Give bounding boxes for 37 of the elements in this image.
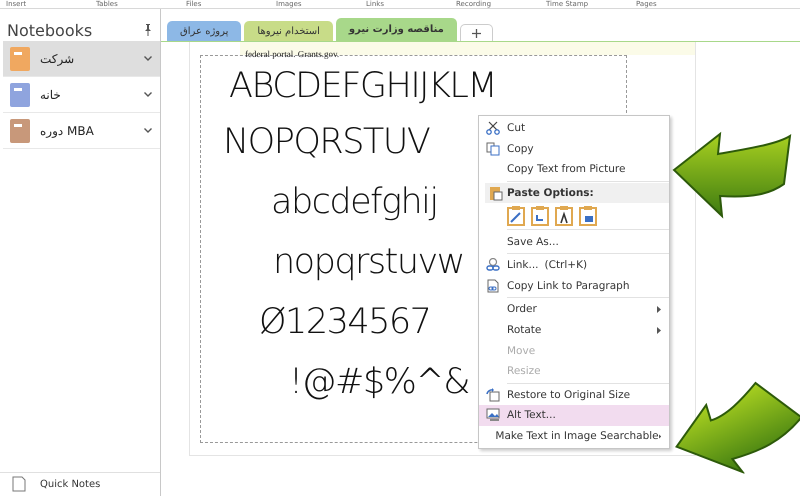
handwriting-line: NOPQRSTUV [223, 121, 430, 164]
submenu-arrow-icon [657, 326, 661, 334]
paste-option-icon[interactable] [555, 206, 573, 226]
submenu-arrow-icon [657, 306, 661, 313]
section-tab[interactable]: مناقصه وزارت نیرو [336, 18, 457, 41]
image-text-icon [486, 408, 500, 422]
copy-icon [486, 142, 500, 156]
notes-icon [12, 476, 26, 492]
handwriting-line: !@#$%^& [289, 361, 470, 404]
notebook-label: خانه [40, 88, 62, 102]
notebook-item[interactable]: خانه [3, 77, 160, 113]
restore-image-icon [486, 388, 500, 402]
handwriting-line: ABCDEFGHIJKLM [229, 65, 496, 108]
handwriting-line: Ø1234567 [259, 301, 430, 344]
notebook-label: دوره MBA [40, 124, 95, 138]
quick-notes-button[interactable]: Quick Notes [0, 472, 160, 496]
add-section-tab[interactable] [460, 24, 493, 41]
menu-item[interactable]: Alt Text... [479, 405, 669, 426]
notebook-item[interactable]: دوره MBA [3, 113, 160, 149]
chevron-icon[interactable] [144, 92, 152, 97]
sidebar-title: Notebooks [7, 20, 92, 40]
clipboard-icon [489, 185, 503, 202]
notebook-label: شرکت [40, 52, 76, 66]
scissors-icon [486, 121, 500, 136]
section-tab[interactable]: استخدام نیروها [244, 21, 333, 41]
handwriting-line: abcdefghij [271, 181, 438, 224]
pin-icon[interactable] [144, 24, 152, 36]
chevron-icon[interactable] [144, 56, 152, 61]
page-link-icon [486, 278, 500, 293]
submenu-arrow-icon [658, 432, 661, 440]
handwriting-line: nopqrstuvw [273, 241, 464, 284]
notebook-item[interactable]: شرکت [3, 41, 160, 77]
link-icon [486, 258, 500, 272]
section-tab[interactable]: پروژه عراق [167, 21, 242, 41]
chevron-icon[interactable] [144, 128, 152, 133]
menu-header: Paste Options: [485, 182, 669, 204]
plus-icon [472, 28, 481, 38]
